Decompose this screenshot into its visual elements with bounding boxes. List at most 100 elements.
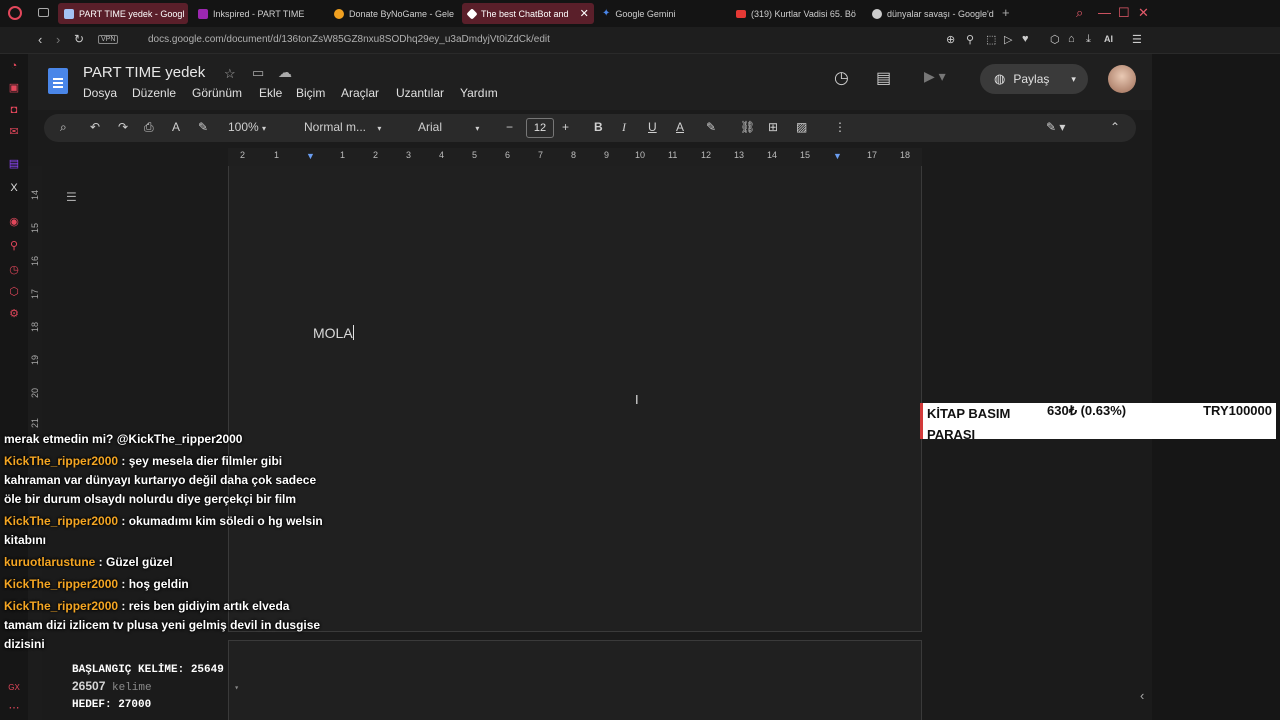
docs-logo-icon[interactable] — [48, 68, 68, 94]
horizontal-ruler[interactable]: 2 1 ▼ 1 2 3 4 5 6 7 8 9 10 11 12 13 14 1… — [228, 148, 922, 166]
menu-yardim[interactable]: Yardım — [460, 86, 498, 100]
docs-favicon-icon — [64, 8, 74, 19]
mail-icon[interactable]: ✉ — [8, 126, 20, 138]
reload-icon[interactable]: ↻ — [74, 32, 84, 46]
url-field[interactable]: docs.google.com/document/d/136tonZsW85GZ… — [148, 34, 550, 45]
paint-format-icon[interactable]: ✎ — [198, 120, 208, 134]
search-tabs-icon[interactable]: ⌕ — [1076, 5, 1083, 21]
right-indent-marker-icon[interactable]: ▼ — [833, 151, 842, 161]
share-button[interactable]: ◍ Paylaş ▾ — [980, 64, 1088, 94]
snapshot-icon[interactable]: ⬚ — [986, 33, 996, 46]
gx-icon[interactable]: GX — [8, 682, 20, 694]
instagram-icon[interactable]: ◘ — [8, 104, 20, 116]
tab-gemini[interactable]: ✦ Google Gemini — [596, 3, 726, 24]
increase-size-icon[interactable]: + — [562, 120, 569, 134]
italic-icon[interactable]: I — [622, 120, 626, 135]
star-icon[interactable]: ☆ — [224, 66, 236, 82]
extensions-icon[interactable]: ⬡ — [1050, 33, 1060, 46]
document-page-next[interactable] — [228, 640, 922, 720]
font-select[interactable]: Arial ▾ — [418, 120, 479, 134]
close-window-icon[interactable]: ✕ — [1138, 5, 1149, 21]
bold-icon[interactable]: B — [594, 120, 603, 134]
new-tab-icon[interactable]: + — [1002, 5, 1010, 20]
font-size-input[interactable]: 12 — [526, 118, 554, 138]
menu-uzantilar[interactable]: Uzantılar — [396, 86, 444, 100]
meet-icon[interactable]: ▶ ▾ — [924, 68, 946, 85]
tab-google-search[interactable]: dünyalar savaşı - Google'd — [866, 3, 996, 24]
close-tab-icon[interactable]: ✕ — [580, 7, 589, 20]
messenger-icon[interactable]: ▣ — [8, 82, 20, 94]
ai-icon[interactable]: AI — [1104, 34, 1113, 44]
tab-chatbot[interactable]: The best ChatBot and ✕ — [462, 3, 594, 24]
play-icon[interactable]: ▷ — [1004, 33, 1012, 46]
maximize-icon[interactable]: ☐ — [1118, 5, 1130, 21]
share-dropdown-icon[interactable]: ▾ — [1071, 74, 1076, 85]
pinboard-icon[interactable]: ⚲ — [8, 240, 20, 252]
more-icon[interactable]: ⋯ — [8, 702, 20, 714]
docs-word-count-badge[interactable]: 26507 kelime ▾ — [72, 678, 239, 697]
menu-duzenle[interactable]: Düzenle — [132, 86, 176, 100]
download-icon[interactable]: ⤓ — [1086, 33, 1091, 46]
insert-image-icon[interactable]: ▨ — [796, 120, 807, 134]
tab-youtube[interactable]: (319) Kurtlar Vadisi 65. Bö — [730, 3, 860, 24]
text-color-icon[interactable]: A — [676, 120, 684, 134]
tab-bynogame[interactable]: Donate ByNoGame - Gelen — [328, 3, 454, 24]
address-bar: ‹ › ↻ VPN docs.google.com/document/d/136… — [0, 27, 1280, 54]
extensions-sidebar-icon[interactable]: ⬡ — [8, 286, 20, 298]
settings-icon[interactable]: ⚙ — [8, 308, 20, 320]
forward-icon[interactable]: › — [56, 32, 60, 47]
easy-setup-icon[interactable]: ☰ — [1132, 33, 1142, 46]
expand-side-panel-icon[interactable]: ‹ — [1140, 688, 1144, 703]
document-body-text[interactable]: MOLA — [313, 325, 354, 341]
zoom-select[interactable]: 100% ▾ — [228, 120, 266, 134]
aria-icon[interactable]: ◔ — [8, 60, 20, 72]
pin-icon[interactable]: ⚲ — [966, 33, 974, 46]
undo-icon[interactable]: ↶ — [90, 120, 100, 134]
more-options-icon[interactable]: ⋮ — [834, 120, 846, 134]
version-history-icon[interactable]: ◷ — [834, 68, 849, 88]
search-menus-icon[interactable]: ⌕ — [60, 120, 67, 135]
comments-icon[interactable]: ▤ — [876, 68, 891, 88]
ruler-tick: 18 — [900, 150, 911, 160]
decrease-size-icon[interactable]: − — [506, 120, 513, 134]
editing-mode-icon[interactable]: ✎ ▾ — [1046, 120, 1065, 134]
add-comment-icon[interactable]: ⊞ — [768, 120, 778, 134]
spellcheck-icon[interactable]: A — [172, 120, 180, 134]
menu-gorunum[interactable]: Görünüm — [192, 86, 242, 100]
wallet-icon[interactable]: ⌂ — [1068, 33, 1075, 45]
left-indent-marker-icon[interactable]: ▼ — [306, 151, 315, 161]
document-page[interactable]: MOLA I — [228, 166, 922, 632]
tab-part-time[interactable]: PART TIME yedek - Googl — [58, 3, 188, 24]
menu-dosya[interactable]: Dosya — [83, 86, 117, 100]
tab-inkspired[interactable]: Inkspired - PART TIME — [192, 3, 324, 24]
x-icon[interactable]: X — [8, 182, 20, 194]
link-icon[interactable]: ⛓ — [740, 120, 755, 134]
hide-menus-icon[interactable]: ⌃ — [1110, 120, 1120, 134]
avatar[interactable] — [1108, 65, 1136, 93]
player-icon[interactable]: ◉ — [8, 216, 20, 228]
print-icon[interactable]: ⎙ — [144, 120, 154, 135]
style-select[interactable]: Normal m... ▾ — [304, 120, 381, 134]
document-outline-icon[interactable]: ☰ — [66, 190, 77, 204]
document-title[interactable]: PART TIME yedek — [83, 64, 205, 81]
history-icon[interactable]: ◷ — [8, 264, 20, 276]
word-count-overlay: BAŞLANGIÇ KELİME: 25649 26507 kelime ▾ H… — [72, 662, 239, 713]
bookmark-icon[interactable]: ♥ — [1022, 33, 1029, 45]
menu-bicim[interactable]: Biçim — [296, 86, 325, 100]
highlight-icon[interactable]: ✎ — [706, 120, 716, 134]
redo-icon[interactable]: ↷ — [118, 120, 128, 134]
tab-overview-icon[interactable] — [38, 8, 49, 17]
zoom-icon[interactable]: ⊕ — [946, 33, 955, 46]
underline-icon[interactable]: U — [648, 120, 657, 134]
opera-logo-icon[interactable] — [8, 6, 22, 20]
menu-ekle[interactable]: Ekle — [259, 86, 282, 100]
back-icon[interactable]: ‹ — [38, 32, 42, 47]
vpn-badge[interactable]: VPN — [98, 35, 119, 44]
minimize-icon[interactable]: — — [1098, 5, 1111, 20]
menu-araclar[interactable]: Araçlar — [341, 86, 379, 100]
move-folder-icon[interactable]: ▭ — [252, 65, 264, 81]
mouse-cursor-icon: I — [635, 392, 639, 407]
twitch-icon[interactable]: ▤ — [8, 158, 20, 170]
cloud-status-icon[interactable]: ☁ — [278, 64, 292, 81]
chevron-down-icon: ▾ — [475, 124, 480, 133]
